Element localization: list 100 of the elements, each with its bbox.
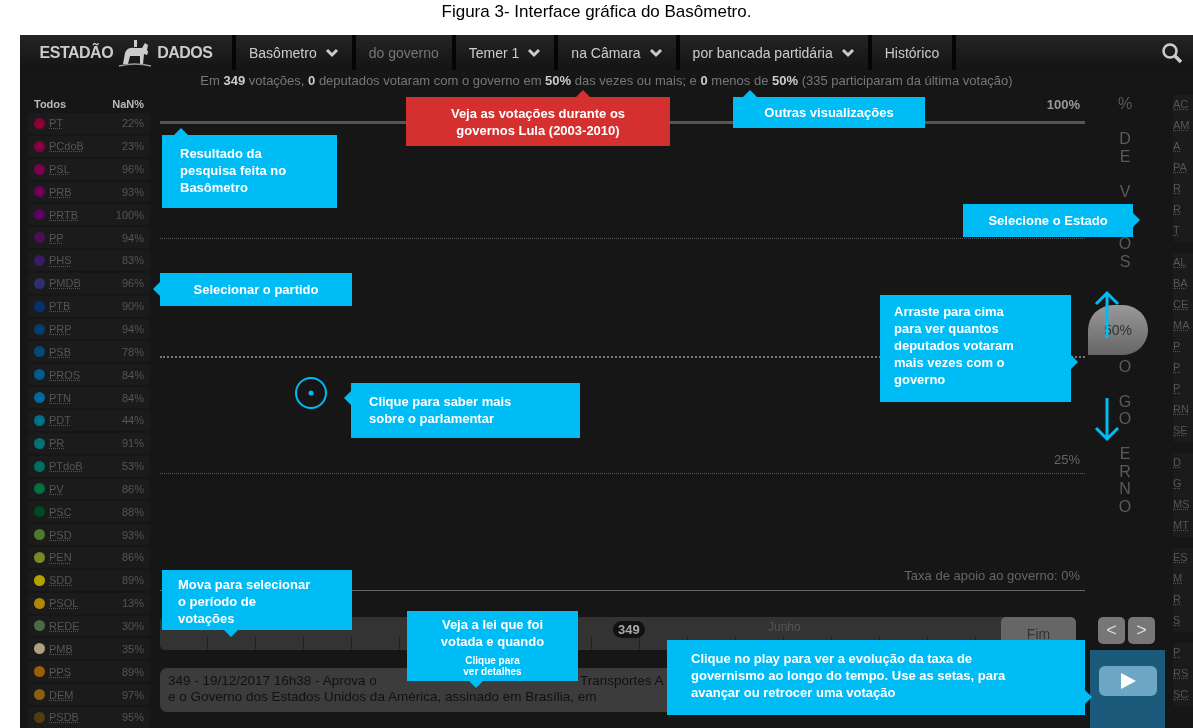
nav-menu-item[interactable]: na Câmara	[558, 35, 680, 70]
party-row[interactable]: PTdoB 53%	[28, 455, 150, 477]
state-link[interactable]: P	[1173, 379, 1193, 400]
party-row[interactable]: PROS 84%	[28, 364, 150, 386]
chevron-down-icon	[648, 47, 663, 58]
party-percentage: 94%	[121, 323, 144, 335]
summary-text: Em 349 votações, 0 deputados votaram com o governo em 50% das vezes ou mais; e 0 menos de 50% (335 participaram da última votação)	[200, 73, 1013, 88]
party-row[interactable]: PSB 78%	[28, 341, 150, 363]
party-name: PSB	[49, 345, 71, 358]
state-link[interactable]: MA	[1173, 316, 1193, 337]
state-link[interactable]: ES	[1173, 548, 1193, 569]
state-link[interactable]: AL	[1173, 253, 1193, 274]
party-name: PHS	[49, 254, 72, 267]
callout-text: Selecione o Estado	[988, 212, 1108, 229]
vertical-axis-label: % DE V	[1117, 95, 1133, 200]
party-name: PMDB	[49, 277, 81, 290]
party-name: PSC	[49, 505, 72, 518]
vote-number-badge: 349	[613, 621, 645, 638]
party-name: PSL	[49, 163, 70, 176]
state-link[interactable]: AC	[1173, 95, 1193, 116]
state-link[interactable]: RS	[1173, 664, 1193, 685]
state-link[interactable]: R	[1173, 200, 1193, 221]
callout-text: Veja as votações durante os governos Lula (2003-2010)	[449, 104, 627, 139]
callout-text: Clique para saber mais sobre o parlamentar	[369, 393, 513, 427]
logo-text: DADOS	[157, 43, 213, 62]
axis-label: 100%	[1046, 97, 1080, 112]
party-percentage: 97%	[121, 688, 144, 701]
party-row[interactable]: PP 94%	[28, 227, 150, 249]
party-name: PCdoB	[49, 140, 84, 153]
axis-label: 25%	[1053, 452, 1080, 467]
party-row[interactable]: PDT 44%	[28, 409, 150, 431]
party-percentage: 83%	[121, 254, 144, 267]
state-link[interactable]: RN	[1173, 400, 1193, 421]
party-percentage: 84%	[121, 391, 144, 404]
state-link[interactable]: M	[1173, 569, 1193, 590]
deputy-marker-icon[interactable]	[294, 376, 328, 410]
party-name: PV	[49, 482, 64, 495]
state-link[interactable]: MT	[1173, 516, 1193, 537]
party-name: PP	[49, 231, 64, 244]
vertical-axis-label: GO	[1118, 392, 1132, 428]
nav-menu-item[interactable]: por bancada partidária	[679, 35, 872, 70]
nav-menu-item[interactable]: Basômetro	[236, 35, 356, 70]
party-name: DEM	[49, 688, 74, 701]
next-button[interactable]: >	[1128, 617, 1155, 644]
previous-button[interactable]: <	[1098, 617, 1125, 644]
party-row[interactable]: PSOL 13%	[28, 592, 150, 614]
party-row[interactable]: PSD 93%	[28, 524, 150, 546]
callout-text: Outras visualizações	[764, 104, 894, 121]
state-link[interactable]: AM	[1173, 116, 1193, 137]
state-link[interactable]: MS	[1173, 495, 1193, 516]
state-link[interactable]: P	[1173, 337, 1193, 358]
party-name: PPS	[49, 665, 71, 678]
party-name: PTN	[49, 391, 71, 404]
party-name: PROS	[49, 368, 81, 381]
state-link[interactable]: BA	[1173, 274, 1193, 295]
party-name: PSOL	[49, 597, 79, 610]
nav-menu-item[interactable]: Histórico	[871, 35, 957, 70]
chevron-down-icon	[527, 47, 542, 58]
party-percentage: 94%	[121, 231, 144, 244]
party-percentage: 44%	[121, 414, 144, 427]
party-row[interactable]: PMB 35%	[28, 638, 150, 660]
state-link[interactable]: D	[1173, 453, 1193, 474]
callout-text: Selecionar o partido	[193, 281, 319, 298]
party-name: PT	[49, 117, 64, 130]
search-icon[interactable]	[1161, 41, 1183, 64]
party-row[interactable]: PRB 93%	[28, 181, 150, 203]
state-link[interactable]: A	[1173, 137, 1193, 158]
figure-caption: Figura 3- Interface gráfica do Basômetro.	[440, 1, 753, 23]
chevron-down-icon	[840, 47, 855, 58]
party-name: PSD	[49, 528, 72, 541]
nav-menu-item[interactable]: Temer 1	[455, 35, 559, 70]
party-percentage: 78%	[121, 345, 144, 358]
party-name: PTdoB	[49, 460, 83, 473]
state-link[interactable]: CE	[1173, 295, 1193, 316]
party-row[interactable]: DEM 97%	[28, 684, 150, 705]
party-percentage: 93%	[121, 185, 144, 198]
state-link[interactable]: PA	[1173, 158, 1193, 179]
party-name: REDE	[49, 620, 80, 632]
all-parties-link[interactable]: Todos	[34, 98, 67, 110]
state-link[interactable]: R	[1173, 590, 1193, 611]
state-link[interactable]: R	[1173, 179, 1193, 200]
state-link[interactable]: P	[1173, 358, 1193, 379]
callout-text: Resultado da pesquisa feita no Basômetro	[180, 145, 288, 196]
party-percentage: 35%	[121, 642, 144, 655]
party-name: PRB	[49, 185, 72, 198]
party-name: PR	[49, 437, 65, 450]
state-link[interactable]: G	[1173, 474, 1193, 495]
party-name: PSDB	[49, 711, 79, 724]
play-button[interactable]	[1098, 666, 1157, 696]
nav-menu-item[interactable]: do governo	[355, 35, 456, 70]
callout-text: Arraste para cima para ver quantos deputados votaram mais vezes com o governo	[894, 303, 1015, 388]
party-row[interactable]: PHS 83%	[28, 250, 150, 271]
party-row[interactable]: REDE 30%	[28, 615, 150, 637]
party-percentage: 93%	[121, 528, 144, 541]
party-row[interactable]: PTN 84%	[28, 387, 150, 408]
party-percentage: 13%	[121, 597, 144, 610]
party-row[interactable]: PCdoB 23%	[28, 135, 150, 157]
state-link[interactable]: P	[1173, 643, 1193, 664]
state-link[interactable]: SE	[1173, 421, 1193, 442]
party-row[interactable]: PRP 94%	[28, 318, 150, 340]
